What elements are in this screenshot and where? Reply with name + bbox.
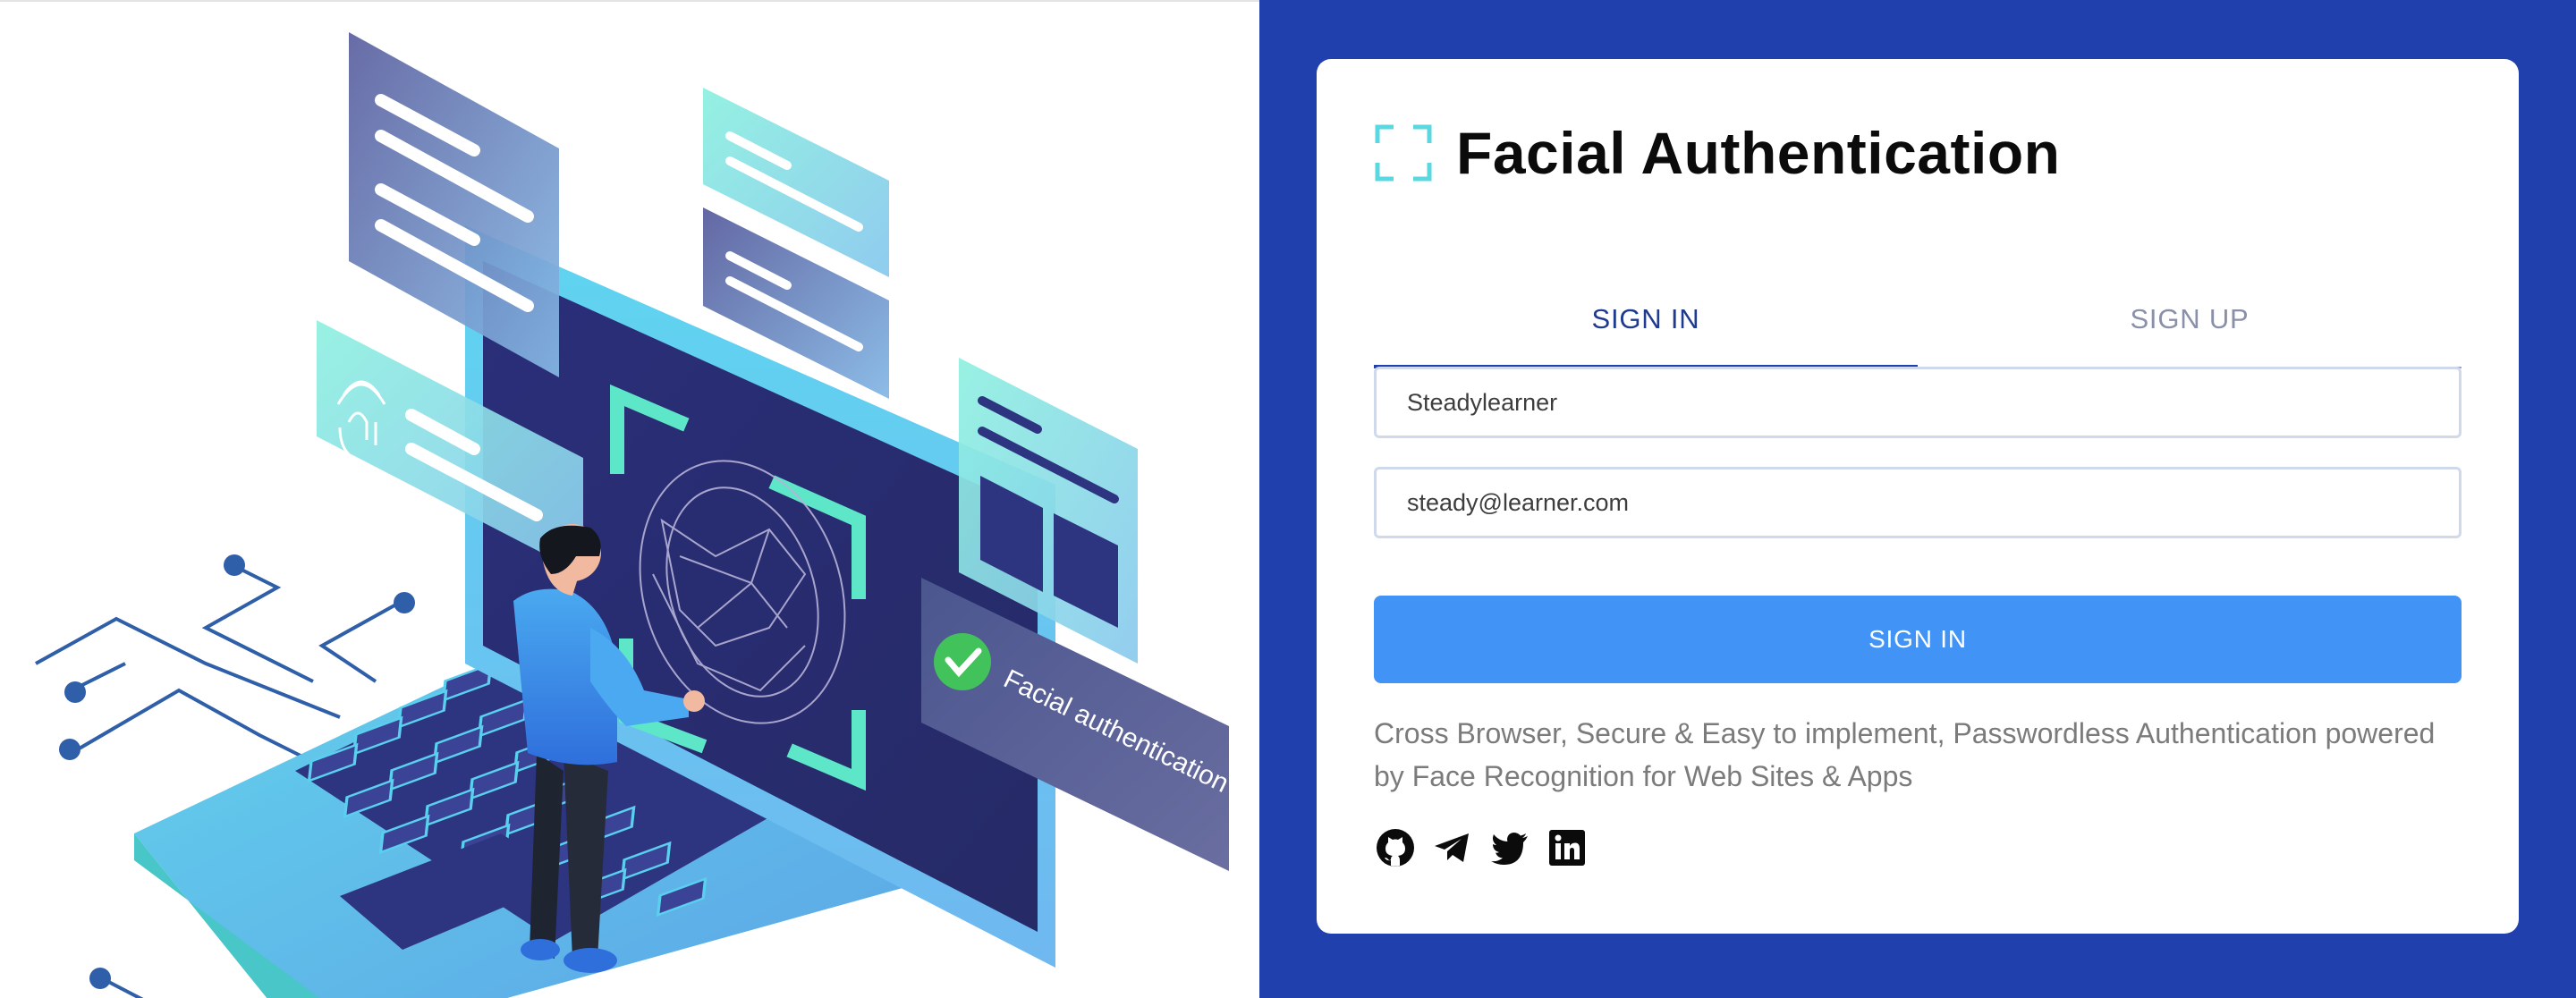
github-icon bbox=[1377, 829, 1414, 867]
hero-illustration: Facial authentication success bbox=[0, 0, 1259, 998]
brand-header: Facial Authentication bbox=[1374, 120, 2060, 186]
auth-tabs: SIGN IN SIGN UP bbox=[1374, 270, 2462, 368]
linkedin-icon bbox=[1549, 830, 1585, 866]
email-input[interactable] bbox=[1407, 488, 2459, 517]
email-field bbox=[1374, 467, 2462, 538]
tab-sign-up[interactable]: SIGN UP bbox=[1918, 270, 2462, 368]
username-field bbox=[1374, 367, 2462, 438]
twitter-link[interactable] bbox=[1488, 826, 1531, 869]
login-card: Facial Authentication SIGN IN SIGN UP SI… bbox=[1317, 59, 2519, 934]
laptop-face-scan-illustration: Facial authentication success bbox=[35, 32, 1259, 998]
twitter-icon bbox=[1491, 833, 1528, 865]
github-link[interactable] bbox=[1374, 826, 1417, 869]
telegram-icon bbox=[1435, 833, 1469, 862]
tab-sign-in[interactable]: SIGN IN bbox=[1374, 270, 1918, 368]
telegram-link[interactable] bbox=[1431, 826, 1474, 869]
product-description: Cross Browser, Secure & Easy to implemen… bbox=[1374, 717, 2436, 792]
page-title: Facial Authentication bbox=[1456, 120, 2061, 186]
floating-panel bbox=[349, 32, 559, 377]
login-panel: Facial Authentication SIGN IN SIGN UP SI… bbox=[1259, 0, 2576, 998]
linkedin-link[interactable] bbox=[1546, 826, 1589, 869]
checkmark-icon bbox=[934, 633, 991, 690]
username-input[interactable] bbox=[1407, 388, 2459, 417]
sign-in-button[interactable]: SIGN IN bbox=[1374, 596, 2462, 683]
social-links bbox=[1374, 826, 1603, 869]
face-scan-icon bbox=[1375, 124, 1432, 182]
